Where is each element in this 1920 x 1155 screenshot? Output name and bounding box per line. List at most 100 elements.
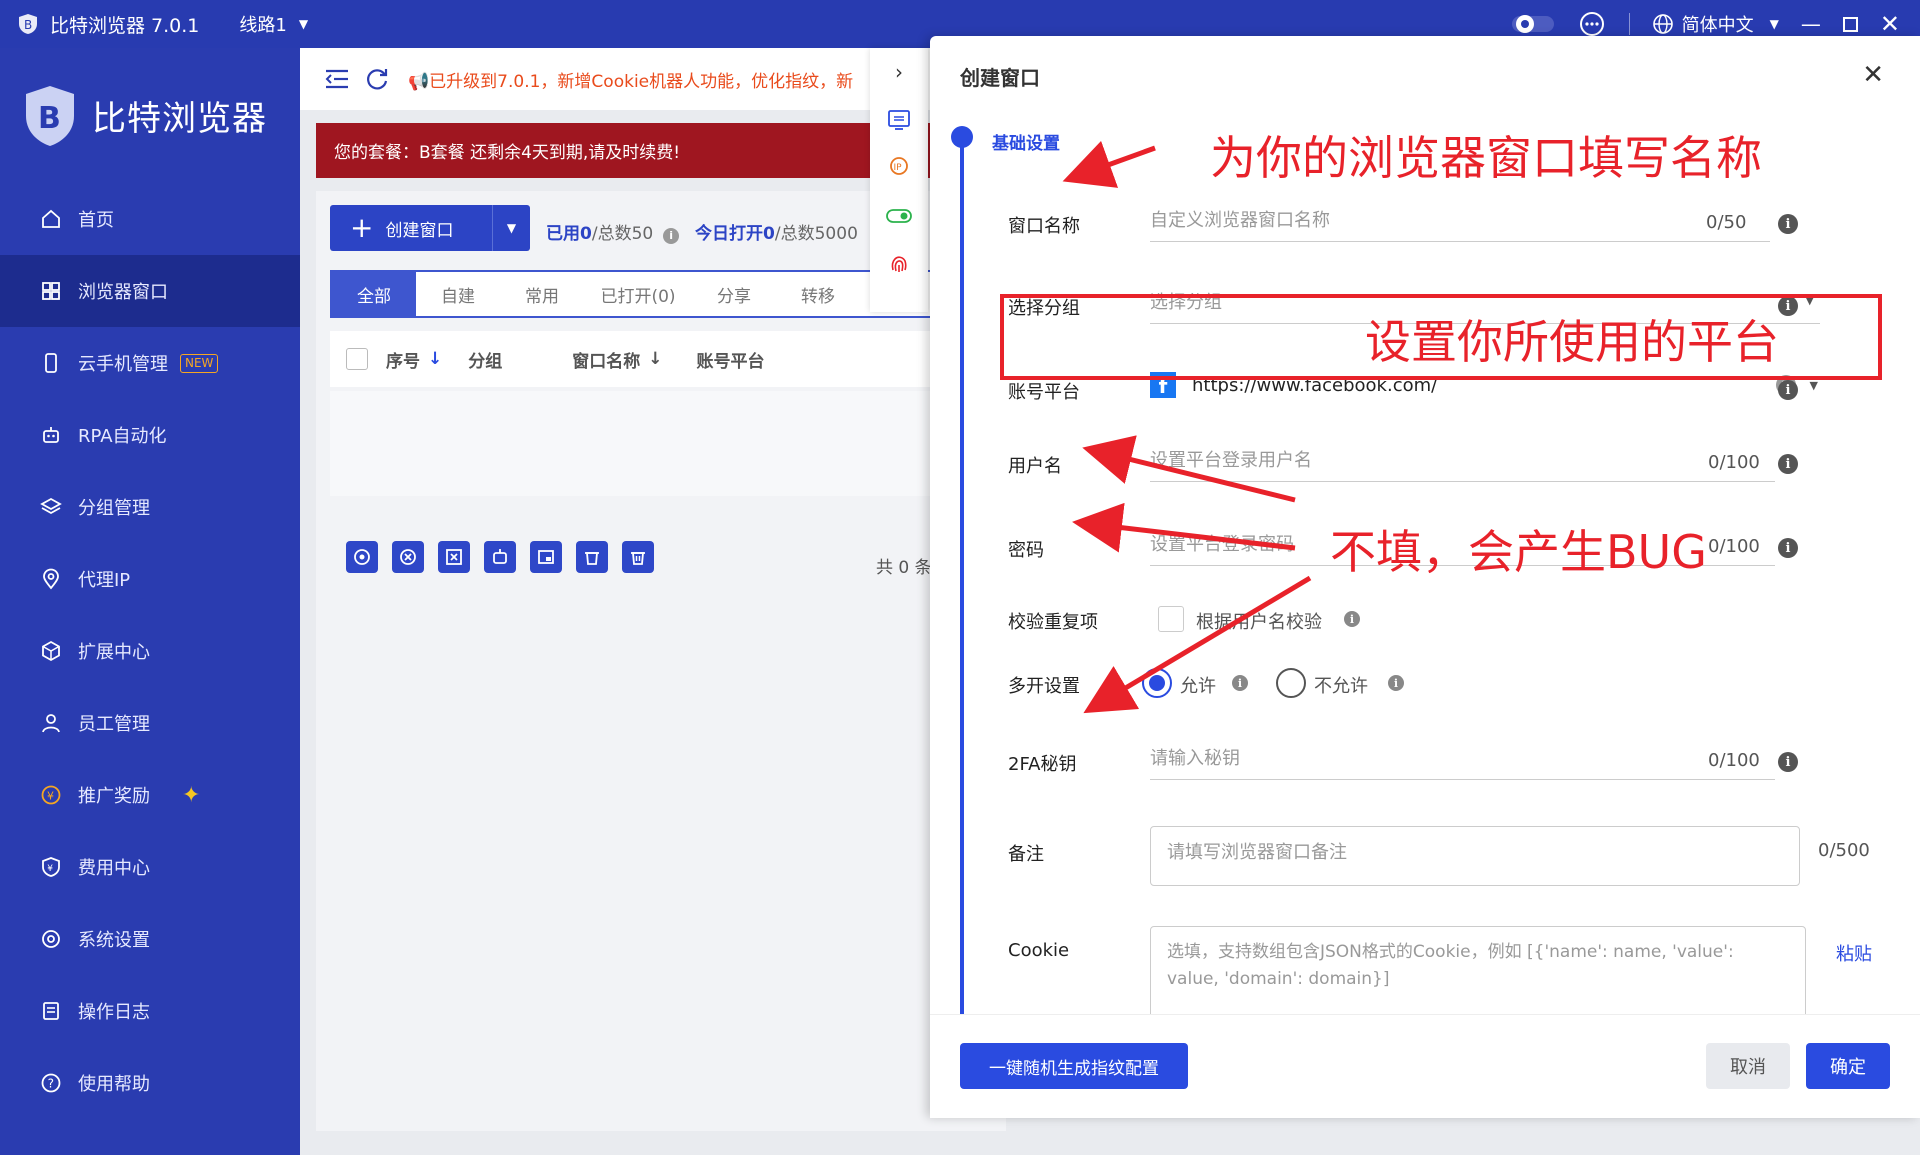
close-browser-tool-icon[interactable] xyxy=(392,541,424,573)
sidebar-item-staff[interactable]: 员工管理 xyxy=(0,687,300,759)
radio-deny[interactable] xyxy=(1276,668,1306,698)
refresh-icon[interactable] xyxy=(364,66,390,92)
update-notice[interactable]: 📢已升级到7.0.1，新增Cookie机器人功能，优化指纹，新 xyxy=(408,67,853,92)
section-basic-settings[interactable]: 基础设置 xyxy=(992,129,1060,154)
confirm-button[interactable]: 确定 xyxy=(1806,1043,1890,1089)
support-chat-icon[interactable] xyxy=(1577,9,1607,39)
field-label: 2FA秘钥 xyxy=(1008,754,1077,775)
tab-transfer[interactable]: 转移 xyxy=(776,272,860,316)
chevron-right-icon[interactable]: › xyxy=(885,58,913,86)
info-icon[interactable]: i xyxy=(1344,611,1360,627)
sidebar-item-home[interactable]: 首页 xyxy=(0,183,300,255)
settings-icon xyxy=(42,930,60,948)
maximize-icon[interactable] xyxy=(1842,16,1858,32)
radio-allow[interactable] xyxy=(1142,668,1172,698)
column-header-group[interactable]: 分组 xyxy=(468,347,502,372)
remark-input[interactable]: 请填写浏览器窗口备注 xyxy=(1150,826,1800,886)
sidebar-item-referral[interactable]: ¥ 推广奖励 ✦ xyxy=(0,759,300,831)
fingerprint-icon[interactable] xyxy=(885,250,913,278)
chevron-down-icon: ▼ xyxy=(1809,378,1818,392)
sidebar-item-settings[interactable]: 系统设置 xyxy=(0,903,300,975)
theme-toggle-icon[interactable] xyxy=(1511,12,1555,36)
cancel-button[interactable]: 取消 xyxy=(1706,1043,1790,1089)
tab-self-created[interactable]: 自建 xyxy=(416,272,500,316)
close-all-tool-icon[interactable] xyxy=(438,541,470,573)
usage-total: /总数50 xyxy=(591,224,654,244)
delete-tool-icon[interactable] xyxy=(622,541,654,573)
cookie-input[interactable]: 选填，支持数组包含JSON格式的Cookie，例如 [{'name': name… xyxy=(1150,926,1806,1026)
select-all-checkbox[interactable] xyxy=(346,348,368,370)
field-username: 用户名 设置平台登录用户名 0/100 i xyxy=(1008,426,1888,486)
tab-shared[interactable]: 分享 xyxy=(692,272,776,316)
char-count: 0/100 xyxy=(1708,536,1760,557)
info-icon[interactable]: i xyxy=(1778,380,1798,400)
window-name-input[interactable]: 自定义浏览器窗口名称 xyxy=(1150,196,1770,242)
sort-down-icon[interactable]: ↓ xyxy=(648,349,662,369)
char-count: 0/50 xyxy=(1706,212,1747,233)
sort-down-icon[interactable]: ↓ xyxy=(428,349,442,369)
svg-text:¥: ¥ xyxy=(47,864,53,874)
2fa-input[interactable]: 请输入秘钥 xyxy=(1150,734,1775,780)
close-icon[interactable]: ✕ xyxy=(1862,60,1884,90)
collapse-menu-icon[interactable] xyxy=(324,68,350,90)
sync-window-icon[interactable] xyxy=(885,106,913,134)
column-header-window-name[interactable]: 窗口名称 xyxy=(572,347,640,372)
recycle-tool-icon[interactable] xyxy=(576,541,608,573)
info-icon[interactable]: i xyxy=(1388,675,1404,691)
window-arrange-tool-icon[interactable] xyxy=(530,541,562,573)
tab-frequent[interactable]: 常用 xyxy=(500,272,584,316)
open-browser-tool-icon[interactable] xyxy=(346,541,378,573)
cookie-placeholder: 选填，支持数组包含JSON格式的Cookie，例如 [{'name': name… xyxy=(1167,942,1734,989)
field-label: Cookie xyxy=(1008,940,1070,961)
sidebar-item-logs[interactable]: 操作日志 xyxy=(0,975,300,1047)
random-fingerprint-button[interactable]: 一键随机生成指纹配置 xyxy=(960,1043,1188,1089)
annotation-platform-hint: 设置你所使用的平台 xyxy=(1365,315,1779,369)
chevron-down-icon[interactable]: ▼ xyxy=(299,17,308,31)
line-selector[interactable]: 线路1 xyxy=(239,11,286,37)
plus-icon: + xyxy=(350,211,374,244)
username-input[interactable]: 设置平台登录用户名 xyxy=(1150,436,1775,482)
toggle-icon[interactable] xyxy=(885,202,913,230)
sidebar-item-rpa[interactable]: RPA自动化 xyxy=(0,399,300,471)
column-header-index[interactable]: 序号 xyxy=(386,347,420,372)
sidebar-item-extensions[interactable]: 扩展中心 xyxy=(0,615,300,687)
info-icon[interactable]: i xyxy=(1778,538,1798,558)
paste-link[interactable]: 粘贴 xyxy=(1836,940,1872,966)
app-logo-icon: B xyxy=(19,14,37,34)
user-icon xyxy=(42,714,60,733)
field-label: 用户名 xyxy=(1008,456,1062,477)
2fa-placeholder: 请输入秘钥 xyxy=(1150,747,1240,769)
sidebar-item-billing[interactable]: ¥ 费用中心 xyxy=(0,831,300,903)
info-icon[interactable]: i xyxy=(1778,214,1798,234)
tab-all[interactable]: 全部 xyxy=(332,272,416,316)
total-count: 共 0 条 xyxy=(876,558,932,578)
sidebar-item-browser-windows[interactable]: 浏览器窗口 xyxy=(0,255,300,327)
rpa-tool-icon[interactable] xyxy=(484,541,516,573)
tab-opened[interactable]: 已打开(0) xyxy=(584,272,692,316)
close-icon[interactable]: ✕ xyxy=(1880,10,1900,38)
quick-action-strip: › IP xyxy=(870,48,928,312)
chevron-down-icon[interactable]: ▼ xyxy=(492,205,530,251)
info-icon[interactable]: i xyxy=(1232,675,1248,691)
language-selector[interactable]: 简体中文 ▼ xyxy=(1652,11,1779,37)
dup-check-checkbox[interactable] xyxy=(1158,606,1184,632)
create-window-button[interactable]: + 创建窗口 ▼ xyxy=(330,205,530,251)
sidebar-item-help[interactable]: ? 使用帮助 xyxy=(0,1047,300,1119)
window-name-placeholder: 自定义浏览器窗口名称 xyxy=(1150,209,1330,231)
sidebar-item-cloud-phone[interactable]: 云手机管理 NEW xyxy=(0,327,300,399)
minimize-icon[interactable]: — xyxy=(1801,12,1821,36)
column-header-platform[interactable]: 账号平台 xyxy=(697,347,765,372)
table-body-empty xyxy=(330,391,1010,496)
char-count: 0/100 xyxy=(1708,750,1760,771)
info-icon[interactable]: i xyxy=(1778,752,1798,772)
sidebar-item-label: 浏览器窗口 xyxy=(78,282,168,303)
window-list-panel: + 创建窗口 ▼ 已用0/总数50 i 今日打开0/总数5000 全部 自建 常… xyxy=(316,191,1010,1131)
dialog-footer: 一键随机生成指纹配置 取消 确定 xyxy=(930,1014,1920,1118)
phone-icon xyxy=(45,353,57,373)
ip-icon[interactable]: IP xyxy=(885,154,913,182)
sidebar-item-groups[interactable]: 分组管理 xyxy=(0,471,300,543)
brand-shield-icon: B xyxy=(26,85,74,146)
field-window-name: 窗口名称 自定义浏览器窗口名称 0/50 i xyxy=(1008,186,1888,246)
sidebar-item-proxy[interactable]: 代理IP xyxy=(0,543,300,615)
info-icon[interactable]: i xyxy=(1778,454,1798,474)
